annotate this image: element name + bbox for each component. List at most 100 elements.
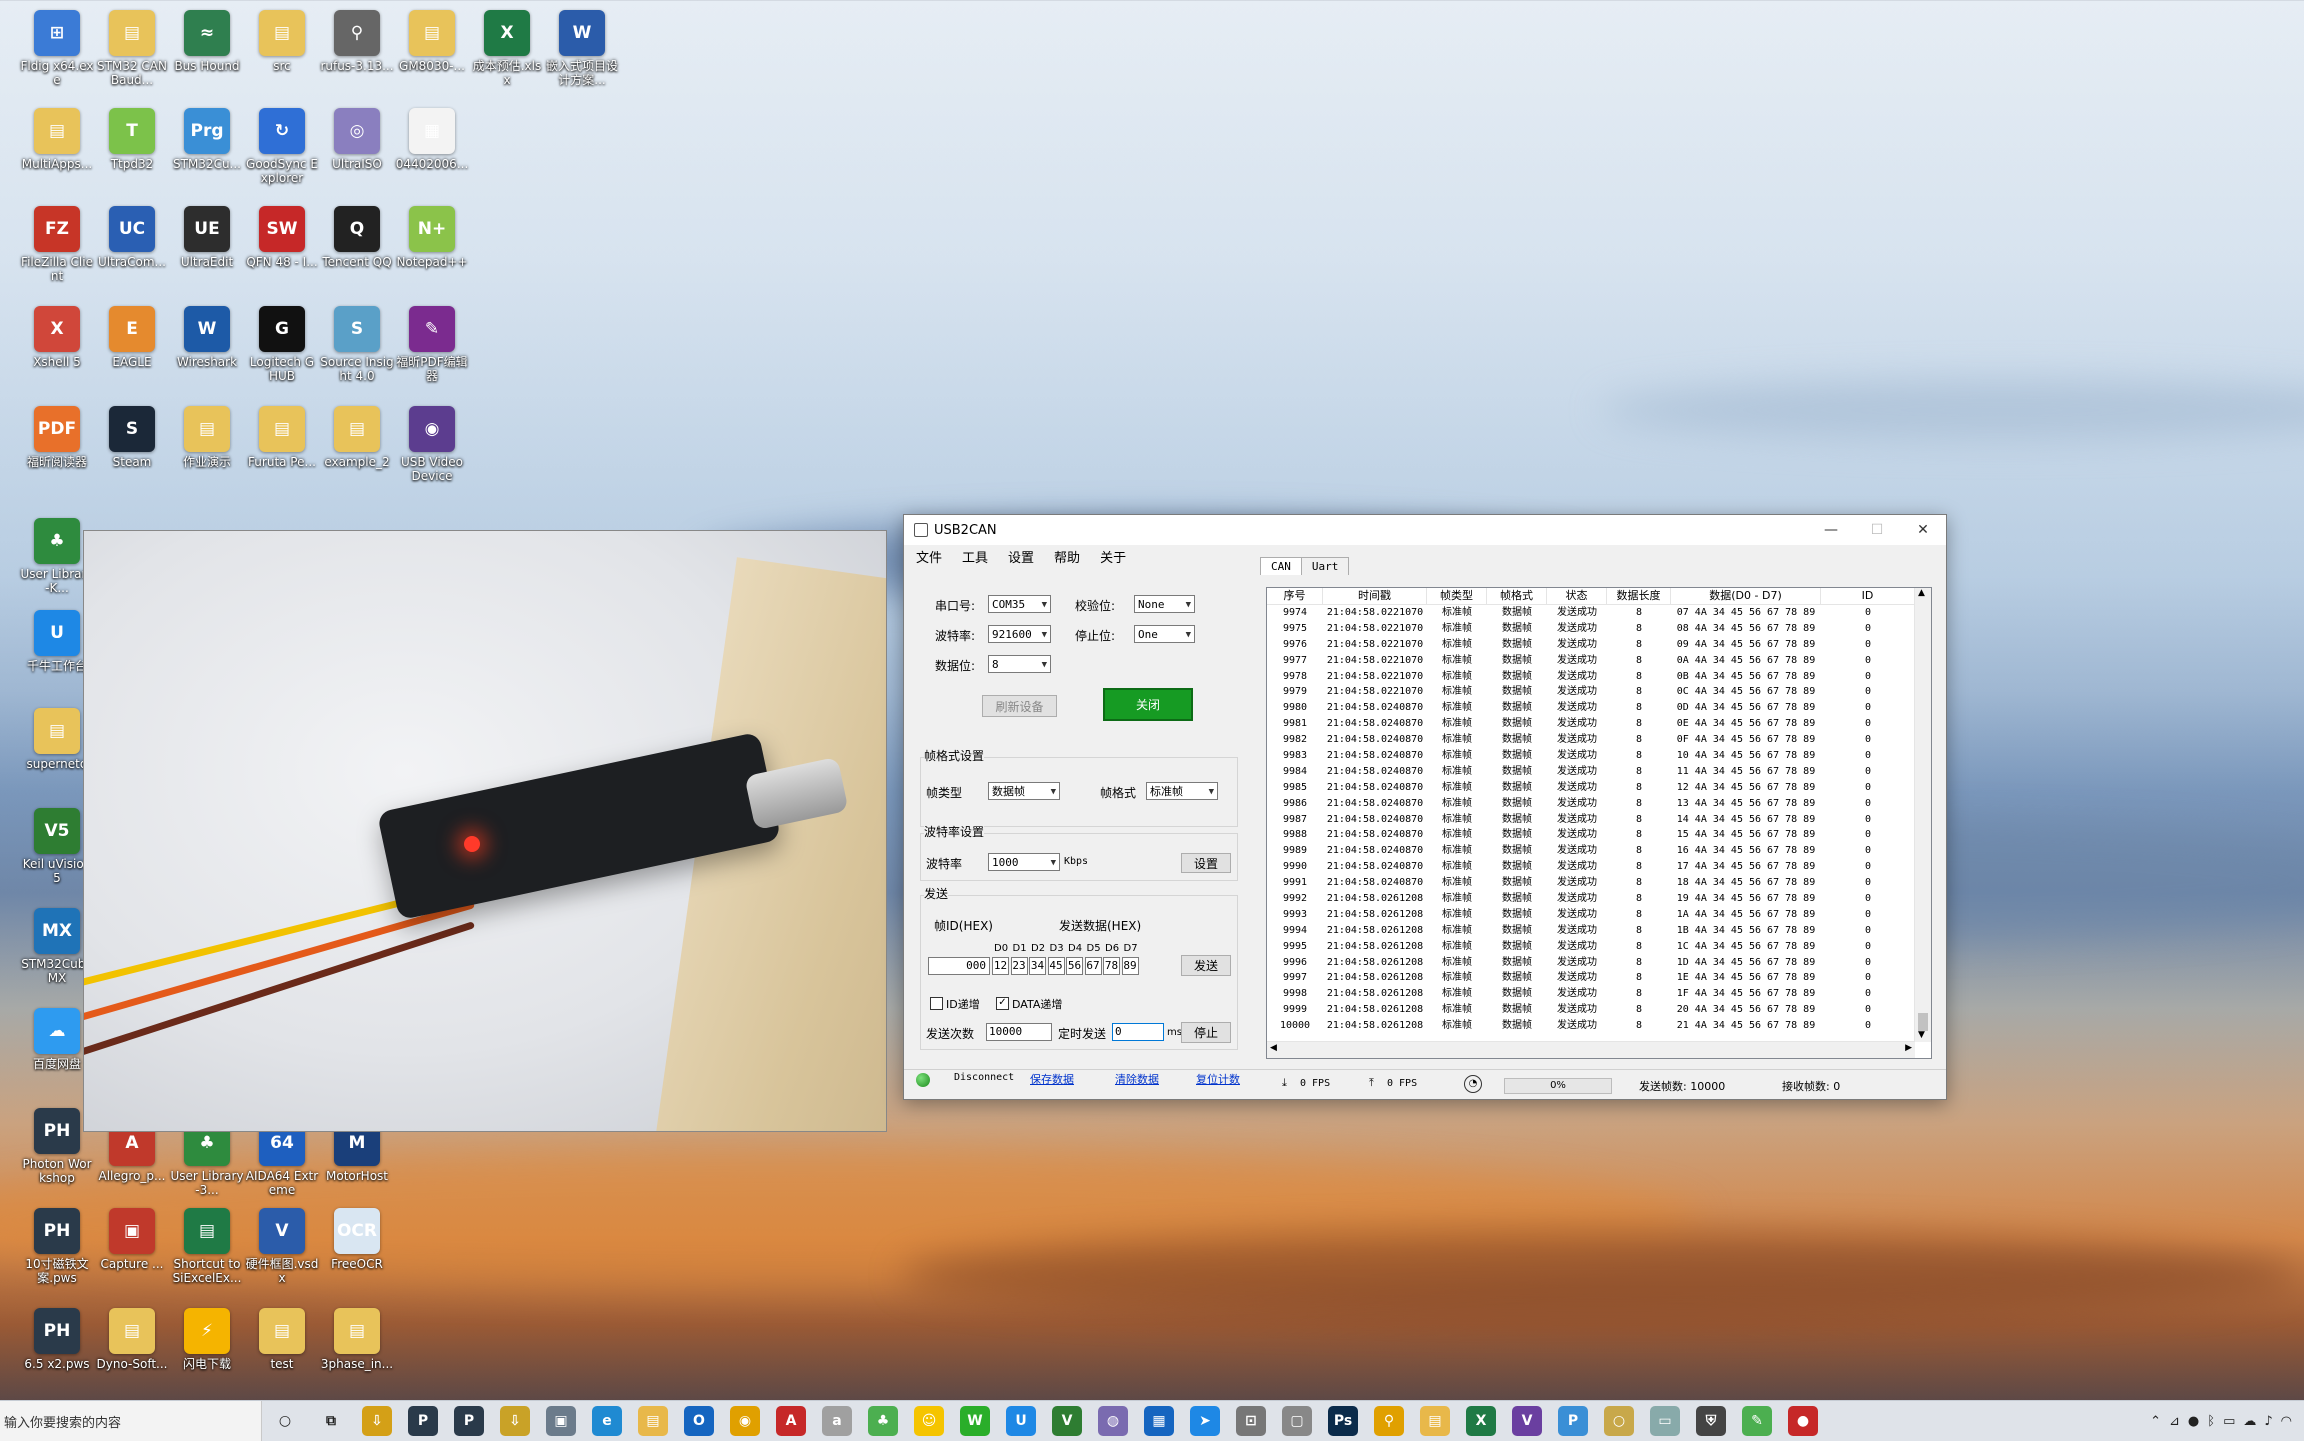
desktop-icon[interactable]: G Logitech G HUB <box>245 306 319 383</box>
port-select[interactable]: COM35 ▼ <box>988 595 1051 613</box>
frame-id-input[interactable]: 000 <box>928 957 990 975</box>
task-view-icon[interactable]: ⧉ <box>316 1406 346 1436</box>
volume-icon[interactable]: ♪ <box>2264 1414 2272 1429</box>
network-icon[interactable]: ⊿ <box>2169 1414 2180 1429</box>
desktop-icon[interactable]: W 嵌入式项目设计方案... <box>545 10 619 87</box>
desktop-icon[interactable]: ≈ Bus Hound <box>170 10 244 73</box>
desktop-icon[interactable]: ⚡ 闪电下载 <box>170 1308 244 1371</box>
table-row[interactable]: 9975 21:04:58.0221070 标准帧 数据帧 发送成功 8 08 4A 34 … <box>1267 621 1931 637</box>
id-increment-checkbox[interactable] <box>930 997 943 1010</box>
taskbar-app-pen-icon[interactable]: ✎ <box>1742 1406 1772 1436</box>
data-byte-input[interactable]: 67 <box>1084 957 1102 975</box>
taskbar-app-clover-icon[interactable]: ♣ <box>868 1406 898 1436</box>
desktop-icon[interactable]: ▦ 04402006... <box>395 108 469 171</box>
desktop-icon[interactable]: ▤ MultiApps... <box>20 108 94 171</box>
scroll-thumb[interactable] <box>1918 1013 1928 1031</box>
table-row[interactable]: 9985 21:04:58.0240870 标准帧 数据帧 发送成功 8 12 4A 34 … <box>1267 780 1931 796</box>
stopbits-select[interactable]: One ▼ <box>1134 625 1195 643</box>
taskbar-app-ring-icon[interactable]: ○ <box>1604 1406 1634 1436</box>
taskbar-app-explorer-icon[interactable]: ▤ <box>638 1406 668 1436</box>
table-row[interactable]: 9974 21:04:58.0221070 标准帧 数据帧 发送成功 8 07 4A 34 … <box>1267 605 1931 621</box>
taskbar-app-edge-icon[interactable]: e <box>592 1406 622 1436</box>
desktop-icon[interactable]: FZ FileZilla Client <box>20 206 94 283</box>
desktop-icon[interactable]: ◉ USB Video Device <box>395 406 469 483</box>
column-header[interactable]: 数据(D0 - D7) <box>1671 588 1821 604</box>
camera-preview-window[interactable] <box>83 530 887 1132</box>
tab-can[interactable]: CAN <box>1260 557 1302 575</box>
taskbar-app-prg-icon[interactable]: P <box>1558 1406 1588 1436</box>
horizontal-scrollbar[interactable]: ◀ ▶ <box>1267 1041 1915 1058</box>
desktop-icon[interactable]: PH 10寸磁铁文案.pws <box>20 1208 94 1285</box>
menu-item[interactable]: 设置 <box>1008 547 1034 566</box>
desktop-icon[interactable]: ✎ 福昕PDF编辑器 <box>395 306 469 383</box>
minimize-button[interactable]: — <box>1808 515 1854 545</box>
column-header[interactable]: 帧类型 <box>1427 588 1487 604</box>
table-row[interactable]: 9987 21:04:58.0240870 标准帧 数据帧 发送成功 8 14 4A 34 … <box>1267 812 1931 828</box>
chevron-up-icon[interactable]: ⌃ <box>2150 1414 2161 1429</box>
vertical-scrollbar[interactable]: ▲ ▼ <box>1914 588 1931 1042</box>
taskbar-app-abc-icon[interactable]: a <box>822 1406 852 1436</box>
close-port-button[interactable]: 关闭 <box>1103 688 1193 721</box>
taskbar-app-outlook-icon[interactable]: O <box>684 1406 714 1436</box>
timer-interval-input[interactable]: 0 <box>1112 1023 1164 1041</box>
desktop-icon[interactable]: X Xshell 5 <box>20 306 94 369</box>
table-row[interactable]: 9983 21:04:58.0240870 标准帧 数据帧 发送成功 8 10 4A 34 … <box>1267 748 1931 764</box>
desktop-icon[interactable]: N+ Notepad++ <box>395 206 469 269</box>
desktop-icon[interactable]: ▤ 作业演示 <box>170 406 244 469</box>
table-row[interactable]: 9999 21:04:58.0261208 标准帧 数据帧 发送成功 8 20 4A 34 … <box>1267 1002 1931 1018</box>
desktop-icon[interactable]: Prg STM32Cu... <box>170 108 244 171</box>
table-row[interactable]: 9982 21:04:58.0240870 标准帧 数据帧 发送成功 8 0F 4A 34 … <box>1267 732 1931 748</box>
table-row[interactable]: 9996 21:04:58.0261208 标准帧 数据帧 发送成功 8 1D 4A 34 … <box>1267 955 1931 971</box>
desktop-icon[interactable]: ▤ Shortcut to SiExcelEx... <box>170 1208 244 1285</box>
table-row[interactable]: 9977 21:04:58.0221070 标准帧 数据帧 发送成功 8 0A 4A 34 … <box>1267 653 1931 669</box>
column-header[interactable]: 序号 <box>1267 588 1323 604</box>
taskbar-app-face-icon[interactable]: ☺ <box>914 1406 944 1436</box>
desktop-icon[interactable]: OCR FreeOCR <box>320 1208 394 1271</box>
column-header[interactable]: 时间戳 <box>1323 588 1427 604</box>
taskbar-app-u-icon[interactable]: U <box>1006 1406 1036 1436</box>
taskbar-app-doc-icon[interactable]: ▭ <box>1650 1406 1680 1436</box>
title-bar[interactable]: USB2CAN — ☐ ✕ <box>904 515 1946 545</box>
table-row[interactable]: 9986 21:04:58.0240870 标准帧 数据帧 发送成功 8 13 4A 34 … <box>1267 796 1931 812</box>
taskbar-app-folder2-icon[interactable]: ▤ <box>1420 1406 1450 1436</box>
taskbar-app-search-icon[interactable]: ⚲ <box>1374 1406 1404 1436</box>
menu-item[interactable]: 文件 <box>916 547 942 566</box>
menu-item[interactable]: 帮助 <box>1054 547 1080 566</box>
table-row[interactable]: 9991 21:04:58.0240870 标准帧 数据帧 发送成功 8 18 4A 34 … <box>1267 875 1931 891</box>
desktop-icon[interactable]: W Wireshark <box>170 306 244 369</box>
taskbar-app-download-icon[interactable]: ⇩ <box>362 1406 392 1436</box>
refresh-device-button[interactable]: 刷新设备 <box>982 695 1057 717</box>
desktop-icon[interactable]: Q Tencent QQ <box>320 206 394 269</box>
send-count-input[interactable]: 10000 <box>986 1023 1052 1041</box>
column-header[interactable]: ID <box>1821 588 1915 604</box>
tab-uart[interactable]: Uart <box>1300 557 1350 575</box>
table-row[interactable]: 9997 21:04:58.0261208 标准帧 数据帧 发送成功 8 1E 4A 34 … <box>1267 970 1931 986</box>
table-row[interactable]: 9988 21:04:58.0240870 标准帧 数据帧 发送成功 8 15 4A 34 … <box>1267 827 1931 843</box>
desktop-icon[interactable]: ▤ Dyno-Soft... <box>95 1308 169 1371</box>
stop-button[interactable]: 停止 <box>1181 1022 1231 1043</box>
maximize-button[interactable]: ☐ <box>1854 515 1900 545</box>
column-header[interactable]: 状态 <box>1547 588 1607 604</box>
frame-type-select[interactable]: 数据帧 ▼ <box>988 782 1060 800</box>
taskbar-app-globe-icon[interactable]: ◍ <box>1098 1406 1128 1436</box>
table-row[interactable]: 9993 21:04:58.0261208 标准帧 数据帧 发送成功 8 1A 4A 34 … <box>1267 907 1931 923</box>
bluetooth-icon[interactable]: ᛒ <box>2207 1414 2215 1429</box>
taskbar-app-wechat-icon[interactable]: W <box>960 1406 990 1436</box>
taskbar-app-dl-icon[interactable]: ⇩ <box>500 1406 530 1436</box>
table-row[interactable]: 9990 21:04:58.0240870 标准帧 数据帧 发送成功 8 17 4A 34 … <box>1267 859 1931 875</box>
taskbar-app-photon2-icon[interactable]: P <box>454 1406 484 1436</box>
data-byte-input[interactable]: 34 <box>1029 957 1046 975</box>
data-increment-checkbox[interactable]: ✓ <box>996 997 1009 1010</box>
table-row[interactable]: 9980 21:04:58.0240870 标准帧 数据帧 发送成功 8 0D 4A 34 … <box>1267 700 1931 716</box>
taskbar-app-keil-icon[interactable]: V <box>1052 1406 1082 1436</box>
desktop-icon[interactable]: UC UltraCom... <box>95 206 169 269</box>
taskbar-search-box[interactable]: 输入你要搜索的内容 <box>0 1401 262 1441</box>
taskbar-app-chrome-icon[interactable]: ◉ <box>730 1406 760 1436</box>
cortana-icon[interactable]: ○ <box>270 1406 300 1436</box>
desktop-icon[interactable]: X 成本预估.xlsx <box>470 10 544 87</box>
taskbar-app-calc-icon[interactable]: ▦ <box>1144 1406 1174 1436</box>
data-byte-input[interactable]: 78 <box>1103 957 1120 975</box>
table-row[interactable]: 10000 21:04:58.0261208 标准帧 数据帧 发送成功 8 21 4A 34… <box>1267 1018 1931 1034</box>
bitrate-select[interactable]: 1000 ▼ <box>988 853 1060 871</box>
monitor-icon[interactable]: ▭ <box>2223 1414 2235 1429</box>
